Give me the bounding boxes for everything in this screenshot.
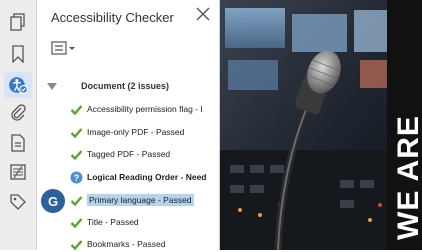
attachment-icon[interactable] xyxy=(8,103,28,123)
list-item[interactable]: Image-only PDF - Passed xyxy=(70,124,210,140)
tags-icon[interactable] xyxy=(8,192,28,212)
banner-text: WE ARE xyxy=(392,115,422,240)
check-icon xyxy=(70,149,83,160)
accessibility-icon[interactable] xyxy=(4,72,32,98)
list-item[interactable]: ? Logical Reading Order - Need xyxy=(70,169,210,185)
bookmark-icon[interactable] xyxy=(8,44,28,64)
options-menu-icon xyxy=(51,41,75,55)
close-icon[interactable] xyxy=(195,6,211,22)
expand-caret-icon[interactable] xyxy=(47,83,57,90)
check-icon xyxy=(70,127,83,138)
help-icon: ? xyxy=(70,171,83,183)
photo-banner: WE ARE xyxy=(387,0,422,250)
tools-sidebar xyxy=(0,0,37,250)
list-item[interactable]: Accessibility permission flag - I xyxy=(70,101,210,117)
document-node[interactable]: Document (2 issues) xyxy=(81,81,169,91)
list-item[interactable]: Primary language - Passed xyxy=(70,192,210,208)
list-item[interactable]: Title - Passed xyxy=(70,214,210,230)
check-icon xyxy=(70,195,83,206)
list-item[interactable]: Tagged PDF - Passed xyxy=(70,146,210,162)
avatar: G xyxy=(41,189,65,213)
accessibility-checker-panel: Accessibility Checker Document (2 issues… xyxy=(37,0,255,250)
check-icon xyxy=(70,217,83,228)
options-menu-button[interactable] xyxy=(51,40,77,56)
check-icon xyxy=(70,104,83,115)
document-properties-icon[interactable] xyxy=(8,133,28,153)
pages-icon[interactable] xyxy=(8,12,28,32)
compare-icon[interactable] xyxy=(8,162,28,182)
svg-text:?: ? xyxy=(74,173,80,183)
check-icon xyxy=(70,239,83,250)
panel-title: Accessibility Checker xyxy=(51,10,174,25)
